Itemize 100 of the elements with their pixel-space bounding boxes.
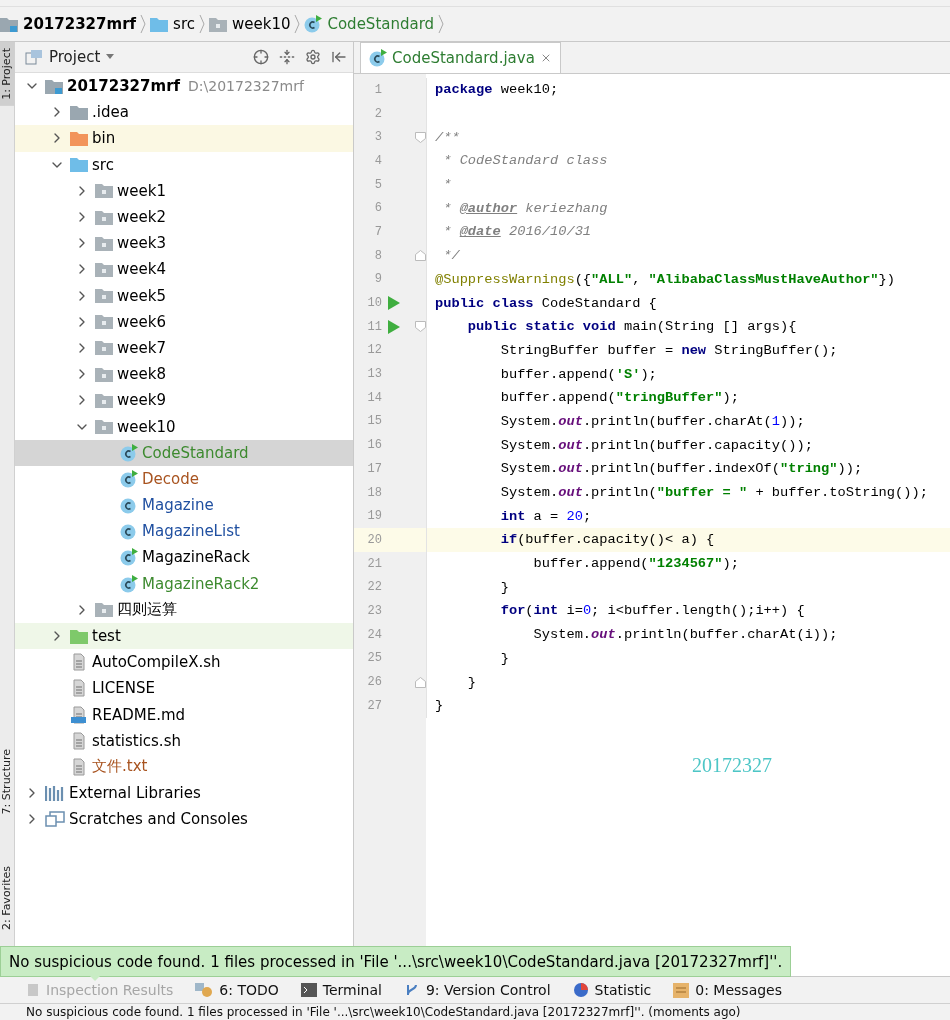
fold-marker-icon[interactable] [415,131,426,143]
code-line: StringBuffer buffer = new StringBuffer(); [499,342,838,358]
tree-row[interactable]: week4 [15,256,353,283]
line-number: 27 [366,698,382,713]
fold-marker-icon[interactable] [415,676,426,688]
tree-item-label: README.md [92,705,186,724]
tree-item-label: MagazineRack2 [142,574,260,593]
fold-marker-icon[interactable] [415,250,426,262]
tree-row[interactable]: MagazineRack [15,544,353,571]
panel-title[interactable]: Project [49,48,101,66]
package-icon [95,340,113,356]
text-file-icon [70,679,88,698]
tool-window-button[interactable]: 6: TODO [191,980,283,1000]
package-icon [95,419,113,435]
tree-row[interactable]: week1 [15,177,353,204]
tree-item-label: MagazineList [142,522,240,541]
folder-icon [150,16,169,32]
code-line: for(int i=0; i<buffer.length();i++) { [499,603,805,619]
tree-item-label: week2 [117,208,166,227]
collapse-all-icon[interactable] [279,49,295,65]
line-number: 10 [366,296,382,311]
side-tab[interactable]: 7: Structure [0,742,14,821]
package-icon [208,16,227,32]
tree-item-label: week5 [117,286,166,305]
tree-row[interactable]: src [15,151,353,178]
line-number: 15 [366,414,382,429]
tool-window-button[interactable]: Terminal [296,980,386,1000]
code-line: buffer.append("tringBuffer"); [499,390,739,406]
tree-item-label: src [92,155,114,174]
line-number: 20 [366,532,382,547]
tree-row[interactable]: week3 [15,230,353,257]
class-icon [369,49,387,67]
tree-row[interactable]: 四则运算 [15,596,353,623]
tree-row[interactable]: week5 [15,282,353,309]
package-icon [95,288,113,304]
tree-item-label: Magazine [142,496,214,515]
tree-row[interactable]: bin [15,125,353,152]
tree-row[interactable]: week10 [15,413,353,440]
tree-row[interactable]: 20172327mrf D:\20172327mrf [15,73,353,100]
messages-icon [673,982,690,998]
tree-row[interactable]: Scratches and Consoles [15,806,353,833]
line-number: 11 [366,319,382,334]
notification-balloon: No suspicious code found. 1 files processed in 'File '...\src\week10\CodeStandard.java [20172327mrf]''. [0,946,792,977]
line-number: 1 [373,82,382,97]
tool-window-button[interactable]: Statistic [568,980,656,1000]
code-line: /** [434,129,460,145]
tree-row[interactable]: .idea [15,99,353,126]
fold-marker-icon[interactable] [415,321,426,333]
dropdown-caret-icon[interactable] [106,54,115,60]
editor-tab[interactable]: CodeStandard.java [360,42,561,73]
code-line: * @author keriezhang [442,200,608,216]
line-number: 12 [366,343,382,358]
breadcrumb[interactable]: week10 [208,15,291,33]
tree-row[interactable]: LICENSE [15,675,353,702]
tree-row[interactable]: week7 [15,334,353,362]
tree-row[interactable]: MagazineRack2 [15,570,353,597]
side-tab[interactable]: 1: Project [0,42,14,106]
tree-item-label: .idea [92,103,129,122]
side-tab[interactable]: 2: Favorites [0,860,14,936]
tree-item-label: AutoCompileX.sh [92,653,221,672]
tree-row[interactable]: week6 [15,308,353,335]
tree-item-label: 文件.txt [92,757,148,777]
tree-item-label: week6 [117,312,166,331]
tree-row[interactable]: AutoCompileX.sh [15,649,353,676]
text-file-icon [70,731,88,750]
code-line: * @date 2016/10/31 [442,224,592,240]
breadcrumb-separator-icon [438,14,445,34]
status-message: No suspicious code found. 1 files processed in 'File '...\src\week10\CodeStandard.java [20172327mrf]''. (moments ago) [26,1005,741,1019]
package-icon [95,235,113,251]
tree-row[interactable]: 文件.txt [15,753,353,781]
line-number: 19 [366,509,382,524]
tree-row[interactable]: week2 [15,203,353,231]
line-number: 17 [366,461,382,476]
folder-icon [45,78,63,94]
package-icon [95,602,113,618]
tree-row[interactable]: README.md [15,701,353,728]
tree-row[interactable]: Magazine [15,492,353,519]
tree-row[interactable]: statistics.sh [15,727,353,754]
tree-item-label: 20172327mrf [67,77,181,96]
locate-icon[interactable] [253,49,269,65]
settings-icon[interactable] [305,49,321,65]
tree-row[interactable]: External Libraries [15,780,353,807]
tree-row[interactable]: week9 [15,387,353,414]
tree-row[interactable]: Decode [15,465,353,492]
breadcrumb[interactable]: src [150,15,195,33]
tool-window-button[interactable]: 9: Version Control [399,980,555,1000]
tool-window-button[interactable]: 0: Messages [669,980,786,1000]
breadcrumb[interactable]: CodeStandard [304,15,435,33]
tree-item-label: Scratches and Consoles [69,810,248,829]
tree-row[interactable]: MagazineList [15,518,353,545]
breadcrumb[interactable]: 20172327mrf [0,15,137,33]
code-line: public static void main(String [] args){ [466,319,797,335]
tree-row[interactable]: week8 [15,361,353,388]
tree-item-label: week8 [117,365,166,384]
tree-item-label: MagazineRack [142,548,250,567]
hide-panel-icon[interactable] [331,49,347,65]
code-line: buffer.append("1234567"); [532,556,739,572]
tree-row[interactable]: test [15,622,353,650]
line-number: 9 [373,272,382,287]
text-file-icon [70,757,88,776]
